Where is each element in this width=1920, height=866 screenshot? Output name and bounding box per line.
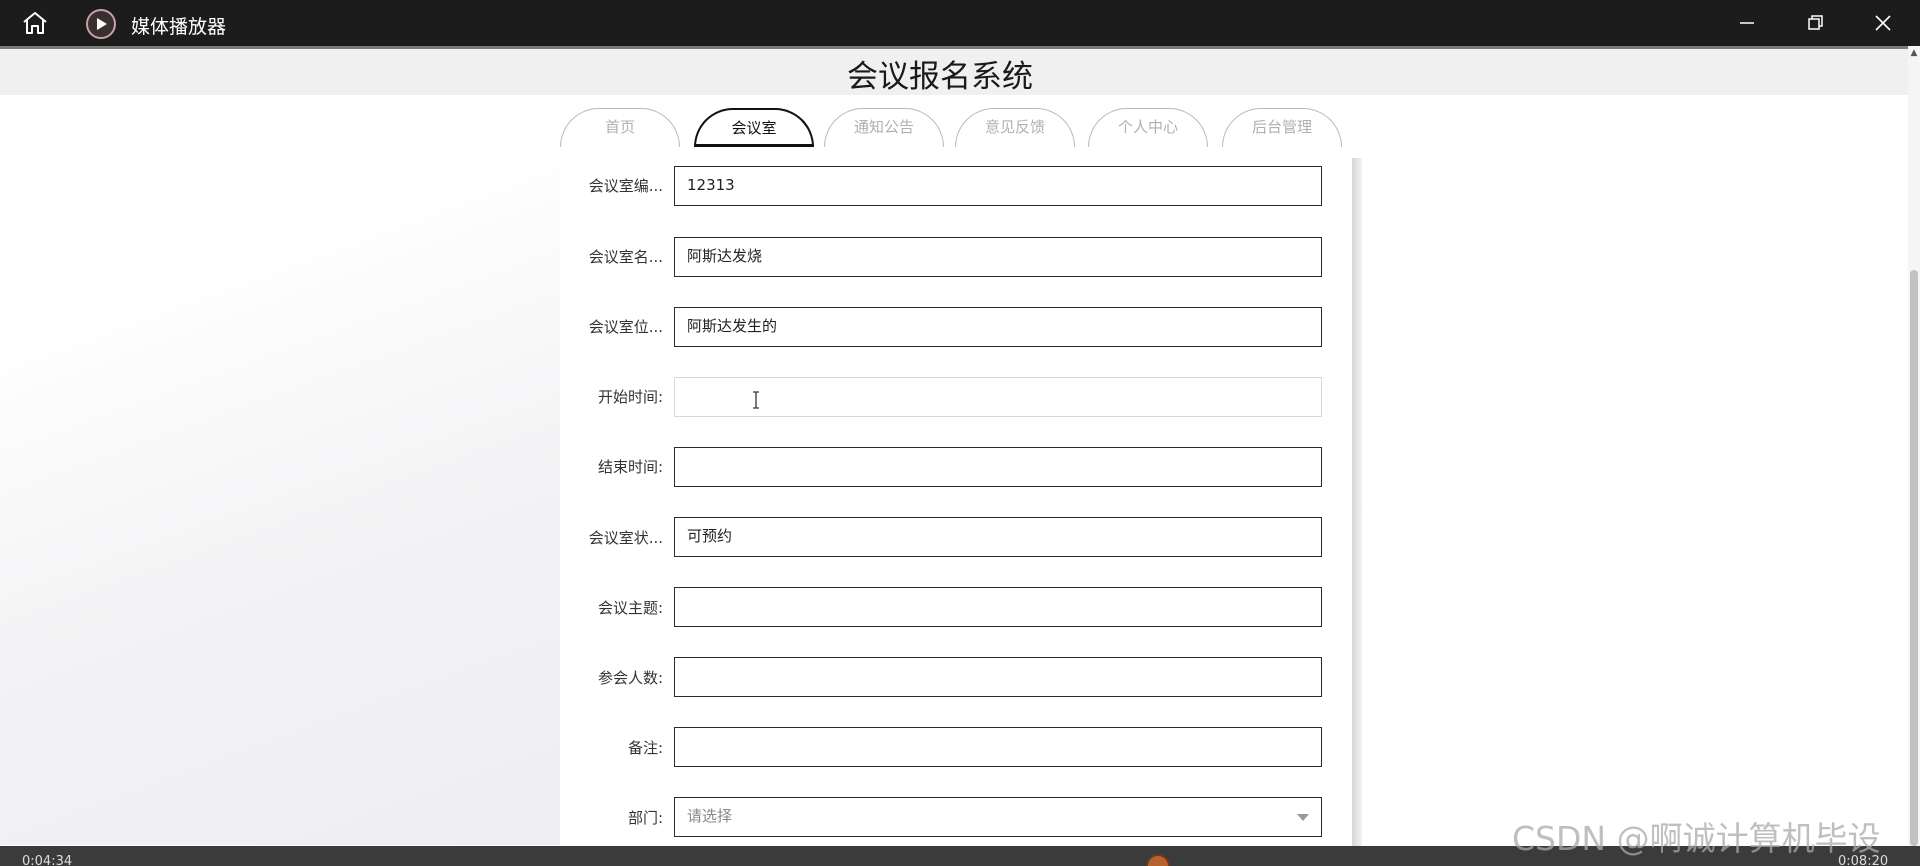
field-label-end-time: 结束时间: [597, 458, 663, 476]
remarks-input[interactable] [674, 727, 1322, 767]
field-label-start-time: 开始时间: [597, 388, 663, 406]
elapsed-time: 0:04:34 [22, 854, 73, 866]
page-title: 会议报名系统 [847, 59, 1033, 95]
attendee-count-input[interactable] [674, 657, 1322, 697]
chevron-down-icon [1297, 814, 1309, 821]
tab-feedback[interactable]: 意见反馈 [955, 108, 1075, 147]
room-location-input[interactable]: 阿斯达发生的 [674, 307, 1322, 347]
field-label-meeting-topic: 会议主题: [597, 599, 663, 617]
start-time-input[interactable] [674, 377, 1322, 417]
form-shadow-edge [1352, 158, 1362, 848]
department-select[interactable]: 请选择 [674, 797, 1322, 837]
scrollbar-thumb[interactable] [1910, 270, 1918, 846]
media-player-logo-icon [86, 9, 116, 39]
tab-admin[interactable]: 后台管理 [1222, 108, 1342, 147]
page-scrollbar[interactable]: ▲ [1908, 46, 1920, 846]
background-gradient [0, 95, 560, 845]
window-title: 媒体播放器 [131, 16, 227, 38]
room-status-input[interactable]: 可预约 [674, 517, 1322, 557]
restore-icon[interactable] [1802, 10, 1828, 36]
tab-personal-center[interactable]: 个人中心 [1088, 108, 1208, 147]
page-header: 会议报名系统 [0, 46, 1908, 95]
close-icon[interactable] [1870, 10, 1896, 36]
room-name-input[interactable]: 阿斯达发烧 [674, 237, 1322, 277]
tab-meeting-room[interactable]: 会议室 [694, 108, 814, 147]
watermark: CSDN @啊诚计算机毕设 [1512, 819, 1881, 858]
field-label-room-number: 会议室编... [588, 177, 663, 195]
nav-tabs: 首页 会议室 通知公告 意见反馈 个人中心 后台管理 [560, 108, 1344, 148]
field-label-remarks: 备注: [627, 739, 663, 757]
seek-knob[interactable] [1146, 854, 1170, 866]
text-cursor-icon [751, 391, 761, 409]
tab-notices[interactable]: 通知公告 [824, 108, 944, 147]
scroll-up-arrow-icon[interactable]: ▲ [1909, 48, 1919, 58]
department-select-value: 请选择 [687, 807, 733, 825]
field-label-room-location: 会议室位... [588, 318, 663, 336]
meeting-topic-input[interactable] [674, 587, 1322, 627]
minimize-icon[interactable] [1734, 10, 1760, 36]
room-number-input[interactable]: 12313 [674, 166, 1322, 206]
home-icon[interactable] [20, 10, 50, 36]
field-label-department: 部门: [627, 809, 663, 827]
end-time-input[interactable] [674, 447, 1322, 487]
tab-home[interactable]: 首页 [560, 108, 680, 147]
window-titlebar: 媒体播放器 [0, 0, 1920, 46]
field-label-room-name: 会议室名... [588, 248, 663, 266]
field-label-attendee-count: 参会人数: [597, 669, 663, 687]
field-label-room-status: 会议室状... [588, 529, 663, 547]
